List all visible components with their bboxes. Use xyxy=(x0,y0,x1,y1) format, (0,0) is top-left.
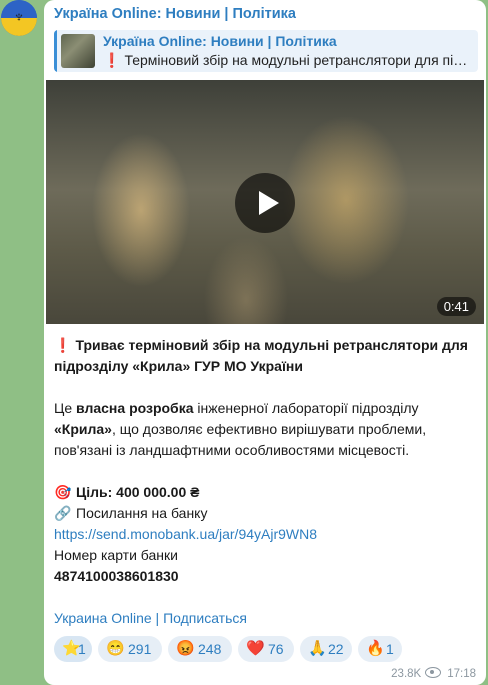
post-paragraph: Це власна розробка інженерної лабораторі… xyxy=(54,398,478,461)
paragraph-bold: «Крила» xyxy=(54,421,112,437)
grin-icon: 😁 xyxy=(106,640,125,657)
headline-text: Триває терміновий збір на модульні ретра… xyxy=(54,337,468,374)
channel-avatar[interactable]: ♆ xyxy=(1,0,37,36)
heart-icon: ❤️ xyxy=(246,640,265,657)
message-meta: 23.8K 17:18 xyxy=(391,667,476,680)
video-duration: 0:41 xyxy=(436,297,476,316)
link-icon: 🔗 xyxy=(54,505,72,521)
reply-snippet: Терміновий збір на модульні ретранслятор… xyxy=(124,52,468,68)
reaction-count: 1 xyxy=(78,641,86,657)
goal-line: 🎯 Ціль: 400 000.00 ₴ xyxy=(54,482,478,503)
bank-line: 🔗 Посилання на банку xyxy=(54,503,478,524)
target-icon: 🎯 xyxy=(54,484,72,500)
reaction-count: 76 xyxy=(268,641,284,657)
footer-channel-link[interactable]: Украина Online xyxy=(54,610,152,626)
reaction-pray[interactable]: 🙏 22 xyxy=(300,636,352,662)
bank-text: Посилання на банку xyxy=(76,505,208,521)
reaction-star[interactable]: ⭐ 1 xyxy=(54,636,92,662)
reply-text: ❗ Терміновий збір на модульні ретранслято… xyxy=(103,52,473,69)
reply-accent-bar xyxy=(54,30,57,72)
card-number[interactable]: 4874100038601830 xyxy=(54,566,478,587)
exclamation-icon: ❗ xyxy=(54,337,72,353)
message-bubble: Україна Online: Новини | Політика Україн… xyxy=(44,0,486,685)
monobank-link[interactable]: https://send.monobank.ua/jar/94yAjr9WN8 xyxy=(54,524,478,545)
channel-title[interactable]: Україна Online: Новини | Політика xyxy=(54,6,296,22)
angry-icon: 😡 xyxy=(176,640,195,657)
reaction-grin[interactable]: 😁 291 xyxy=(98,636,162,662)
post-headline: ❗ Триває терміновий збір на модульні ретр… xyxy=(54,335,478,377)
paragraph-text: Це xyxy=(54,400,77,416)
reply-preview[interactable]: Україна Online: Новини | Політика ❗ Термі… xyxy=(54,30,478,72)
reaction-count: 291 xyxy=(128,641,152,657)
reply-title: Україна Online: Новини | Політика xyxy=(103,33,337,49)
fire-icon: 🔥 xyxy=(366,640,385,657)
paragraph-text: інженерної лабораторії підрозділу xyxy=(193,400,419,416)
reaction-heart[interactable]: ❤️ 76 xyxy=(238,636,294,662)
video-player[interactable]: 0:41 xyxy=(46,80,484,324)
play-icon[interactable] xyxy=(235,173,295,233)
subscribe-link[interactable]: Подписаться xyxy=(163,610,247,626)
paragraph-bold: власна розробка xyxy=(76,400,194,416)
eye-icon xyxy=(425,667,442,678)
message-time: 17:18 xyxy=(447,668,476,680)
reaction-count: 22 xyxy=(328,641,344,657)
pray-icon: 🙏 xyxy=(308,640,327,657)
reaction-count: 1 xyxy=(386,641,394,657)
view-count: 23.8K xyxy=(391,668,422,680)
reaction-angry[interactable]: 😡 248 xyxy=(168,636,232,662)
exclamation-icon: ❗ xyxy=(103,52,121,68)
reaction-fire[interactable]: 🔥 1 xyxy=(358,636,402,662)
goal-text: Ціль: 400 000.00 ₴ xyxy=(76,484,200,500)
post-footer: Украина Online | Подписаться xyxy=(54,608,478,629)
avatar-emblem-icon: ♆ xyxy=(13,9,25,26)
footer-separator: | xyxy=(151,610,164,626)
reply-thumbnail xyxy=(61,34,95,68)
card-label: Номер карти банки xyxy=(54,547,178,563)
reaction-count: 248 xyxy=(198,641,222,657)
